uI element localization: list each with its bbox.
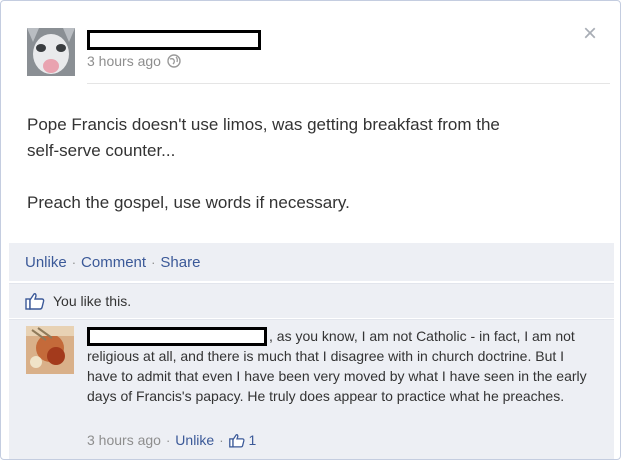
- post-meta: 3 hours ago: [87, 53, 181, 69]
- separator: ·: [165, 432, 171, 448]
- commenter-avatar[interactable]: [26, 326, 74, 374]
- post-card: 3 hours ago × Pope Francis doesn't use l…: [0, 0, 621, 460]
- post-text-line: self-serve counter...: [27, 141, 176, 160]
- header-divider: [87, 83, 610, 84]
- comment-meta: 3 hours ago · Unlike · 1: [87, 432, 256, 448]
- comment-like-count[interactable]: 1: [249, 432, 257, 448]
- unlike-link[interactable]: Unlike: [25, 254, 67, 271]
- comment-item: , as you know, I am not Catholic - in fa…: [9, 319, 614, 459]
- comment-unlike-link[interactable]: Unlike: [175, 432, 214, 448]
- post-body: Pope Francis doesn't use limos, was gett…: [27, 112, 597, 216]
- separator: ·: [151, 254, 156, 270]
- poster-name-redacted: [87, 30, 261, 50]
- share-link[interactable]: Share: [160, 254, 200, 271]
- separator: ·: [219, 432, 224, 448]
- post-text-line: Preach the gospel, use words if necessar…: [27, 193, 350, 212]
- likes-summary: You like this.: [9, 283, 614, 318]
- comment-body: , as you know, I am not Catholic - in fa…: [87, 326, 597, 406]
- close-icon[interactable]: ×: [579, 22, 601, 46]
- separator: ·: [71, 254, 77, 270]
- post-text-line: Pope Francis doesn't use limos, was gett…: [27, 115, 500, 134]
- globe-icon[interactable]: [167, 54, 181, 68]
- comment-text-first: , as you know, I am not Catholic - in fa…: [269, 328, 529, 344]
- post-actions-bar: Unlike · Comment · Share: [9, 243, 614, 281]
- post-timestamp[interactable]: 3 hours ago: [87, 53, 161, 69]
- thumbs-up-icon: [25, 292, 45, 310]
- thumbs-up-icon[interactable]: [228, 433, 245, 448]
- poster-avatar[interactable]: [27, 28, 75, 76]
- comment-timestamp[interactable]: 3 hours ago: [87, 432, 161, 448]
- likes-text: You like this.: [53, 293, 132, 309]
- comment-link[interactable]: Comment: [81, 254, 146, 271]
